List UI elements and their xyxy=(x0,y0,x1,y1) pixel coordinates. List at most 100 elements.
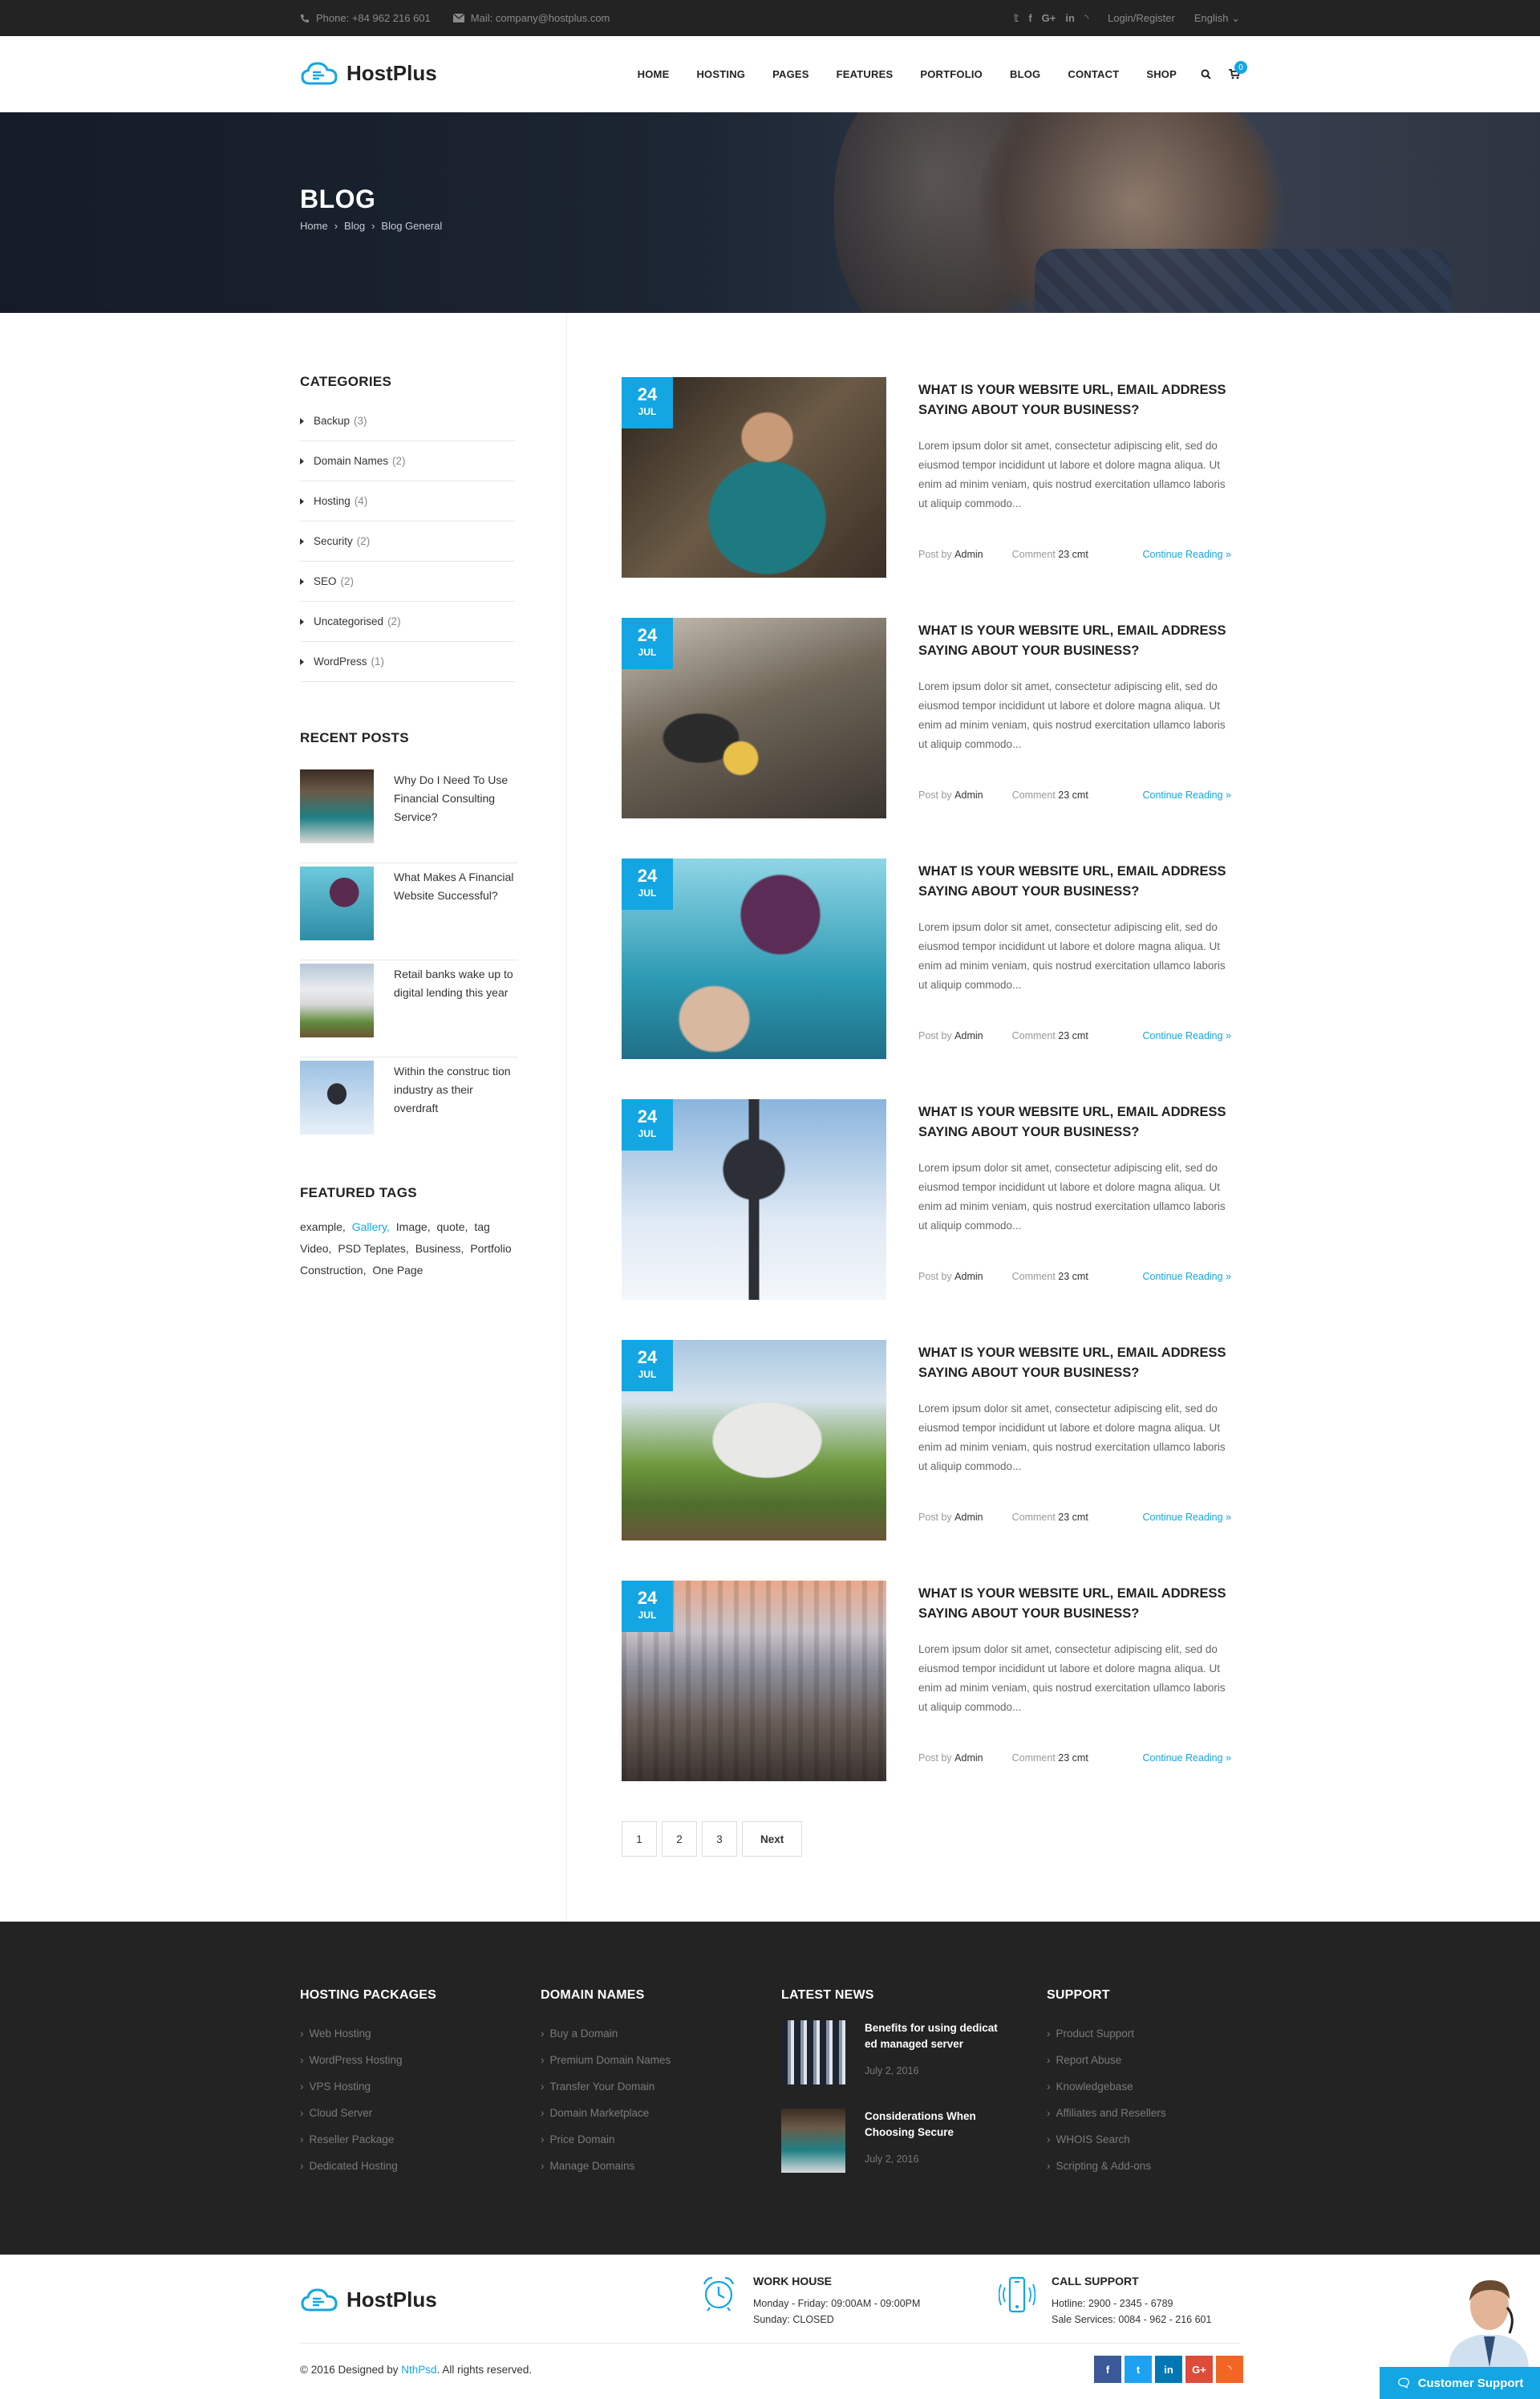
category-item[interactable]: Hosting (4) xyxy=(300,481,515,522)
continue-reading-link[interactable]: Continue Reading » xyxy=(1143,549,1232,560)
twitter-icon[interactable]: 𝕥 xyxy=(1014,12,1019,25)
facebook-icon[interactable]: f xyxy=(1028,12,1031,24)
footer-link[interactable]: Product Support xyxy=(1047,2020,1166,2047)
continue-reading-link[interactable]: Continue Reading » xyxy=(1143,1271,1232,1282)
recent-post-thumbnail[interactable] xyxy=(300,769,374,843)
post-comments[interactable]: 23 cmt xyxy=(1058,1752,1088,1764)
post-comments[interactable]: 23 cmt xyxy=(1058,1271,1088,1282)
footer-link[interactable]: Cloud Server xyxy=(300,2100,436,2126)
footer-link[interactable]: Web Hosting xyxy=(300,2020,436,2047)
recent-post-title[interactable]: Retail banks wake up to digital lending … xyxy=(394,964,518,1057)
post-author[interactable]: Admin xyxy=(954,1030,983,1041)
rss-icon[interactable]: ◝ xyxy=(1084,12,1088,25)
nav-portfolio[interactable]: PORTFOLIO xyxy=(920,68,983,80)
category-item[interactable]: WordPress (1) xyxy=(300,642,515,682)
tag-link[interactable]: PSD Teplates, xyxy=(338,1242,408,1255)
news-item[interactable]: Considerations When Choosing Secure July … xyxy=(781,2109,1001,2173)
page-2-button[interactable]: 2 xyxy=(662,1821,697,1857)
category-item[interactable]: Security (2) xyxy=(300,522,515,562)
post-title[interactable]: WHAT IS YOUR WEBSITE URL, EMAIL ADDRESS … xyxy=(918,621,1239,661)
recent-post-thumbnail[interactable] xyxy=(300,964,374,1037)
logo[interactable]: HostPlus xyxy=(300,60,437,86)
footer-link[interactable]: Report Abuse xyxy=(1047,2047,1166,2073)
recent-post-item[interactable]: Why Do I Need To Use Financial Consultin… xyxy=(300,766,518,863)
post-author[interactable]: Admin xyxy=(954,549,983,560)
recent-post-title[interactable]: Why Do I Need To Use Financial Consultin… xyxy=(394,769,518,863)
recent-post-item[interactable]: Retail banks wake up to digital lending … xyxy=(300,960,518,1057)
post-title[interactable]: WHAT IS YOUR WEBSITE URL, EMAIL ADDRESS … xyxy=(918,1584,1239,1624)
footer-link[interactable]: Transfer Your Domain xyxy=(541,2073,671,2100)
page-1-button[interactable]: 1 xyxy=(622,1821,657,1857)
category-item[interactable]: Domain Names (2) xyxy=(300,441,515,481)
tag-link[interactable]: Gallery, xyxy=(352,1220,390,1233)
continue-reading-link[interactable]: Continue Reading » xyxy=(1143,790,1232,801)
page-3-button[interactable]: 3 xyxy=(702,1821,737,1857)
recent-post-item[interactable]: What Makes A Financial Website Successfu… xyxy=(300,863,518,960)
recent-post-item[interactable]: Within the construc tion industry as the… xyxy=(300,1057,518,1155)
post-title[interactable]: WHAT IS YOUR WEBSITE URL, EMAIL ADDRESS … xyxy=(918,862,1239,902)
footer-link[interactable]: WordPress Hosting xyxy=(300,2047,436,2073)
footer-link[interactable]: VPS Hosting xyxy=(300,2073,436,2100)
designer-link[interactable]: NthPsd xyxy=(401,2364,436,2376)
linkedin-icon[interactable]: in xyxy=(1155,2356,1182,2383)
footer-link[interactable]: Manage Domains xyxy=(541,2153,671,2179)
twitter-icon[interactable]: t xyxy=(1125,2356,1152,2383)
recent-post-thumbnail[interactable] xyxy=(300,1061,374,1135)
post-title[interactable]: WHAT IS YOUR WEBSITE URL, EMAIL ADDRESS … xyxy=(918,1343,1239,1383)
footer-link[interactable]: Scripting & Add-ons xyxy=(1047,2153,1166,2179)
continue-reading-link[interactable]: Continue Reading » xyxy=(1143,1752,1232,1764)
footer-logo[interactable]: HostPlus xyxy=(300,2287,437,2312)
recent-post-title[interactable]: Within the construc tion industry as the… xyxy=(394,1061,518,1155)
tag-link[interactable]: Image, xyxy=(396,1220,431,1233)
footer-link[interactable]: Premium Domain Names xyxy=(541,2047,671,2073)
footer-link[interactable]: Reseller Package xyxy=(300,2126,436,2153)
tag-link[interactable]: Video, xyxy=(300,1242,331,1255)
category-item[interactable]: Uncategorised (2) xyxy=(300,602,515,642)
tag-link[interactable]: One Page xyxy=(372,1264,423,1277)
nav-hosting[interactable]: HOSTING xyxy=(696,68,745,80)
footer-link[interactable]: Domain Marketplace xyxy=(541,2100,671,2126)
continue-reading-link[interactable]: Continue Reading » xyxy=(1143,1512,1232,1523)
tag-link[interactable]: tag xyxy=(474,1220,489,1233)
nav-blog[interactable]: BLOG xyxy=(1010,68,1040,80)
customer-support-button[interactable]: 🗨 Customer Support xyxy=(1380,2367,1540,2399)
cart-icon[interactable]: 0 xyxy=(1229,61,1247,79)
news-title[interactable]: Considerations When Choosing Secure xyxy=(865,2109,1001,2141)
post-comments[interactable]: 23 cmt xyxy=(1058,1030,1088,1041)
footer-link[interactable]: Price Domain xyxy=(541,2126,671,2153)
post-author[interactable]: Admin xyxy=(954,790,983,801)
news-title[interactable]: Benefits for using dedicat ed managed se… xyxy=(865,2020,1001,2052)
footer-link[interactable]: Affiliates and Resellers xyxy=(1047,2100,1166,2126)
category-item[interactable]: SEO (2) xyxy=(300,562,515,602)
post-title[interactable]: WHAT IS YOUR WEBSITE URL, EMAIL ADDRESS … xyxy=(918,1102,1239,1143)
recent-post-title[interactable]: What Makes A Financial Website Successfu… xyxy=(394,867,518,960)
footer-link[interactable]: Knowledgebase xyxy=(1047,2073,1166,2100)
category-item[interactable]: Backup (3) xyxy=(300,401,515,441)
continue-reading-link[interactable]: Continue Reading » xyxy=(1143,1030,1232,1041)
rss-icon[interactable]: ◝ xyxy=(1216,2356,1243,2383)
next-page-button[interactable]: Next xyxy=(742,1821,803,1857)
post-author[interactable]: Admin xyxy=(954,1752,983,1764)
tag-link[interactable]: Business, xyxy=(415,1242,464,1255)
login-register-link[interactable]: Login/Register xyxy=(1108,12,1175,24)
post-comments[interactable]: 23 cmt xyxy=(1058,549,1088,560)
googleplus-icon[interactable]: G+ xyxy=(1185,2356,1213,2383)
tag-link[interactable]: example, xyxy=(300,1220,346,1233)
recent-post-thumbnail[interactable] xyxy=(300,867,374,940)
footer-link[interactable]: Dedicated Hosting xyxy=(300,2153,436,2179)
tag-link[interactable]: quote, xyxy=(437,1220,468,1233)
post-title[interactable]: WHAT IS YOUR WEBSITE URL, EMAIL ADDRESS … xyxy=(918,380,1239,420)
news-thumbnail[interactable] xyxy=(781,2109,845,2173)
nav-pages[interactable]: PAGES xyxy=(772,68,809,80)
search-icon[interactable] xyxy=(1201,69,1211,79)
nav-features[interactable]: FEATURES xyxy=(837,68,894,80)
post-comments[interactable]: 23 cmt xyxy=(1058,1512,1088,1523)
tag-link[interactable]: Portfolio xyxy=(470,1242,511,1255)
breadcrumb-blog[interactable]: Blog xyxy=(344,220,365,232)
news-item[interactable]: Benefits for using dedicat ed managed se… xyxy=(781,2020,1001,2084)
post-comments[interactable]: 23 cmt xyxy=(1058,790,1088,801)
breadcrumb-home[interactable]: Home xyxy=(300,220,328,232)
nav-contact[interactable]: CONTACT xyxy=(1068,68,1119,80)
footer-link[interactable]: Buy a Domain xyxy=(541,2020,671,2047)
post-author[interactable]: Admin xyxy=(954,1512,983,1523)
